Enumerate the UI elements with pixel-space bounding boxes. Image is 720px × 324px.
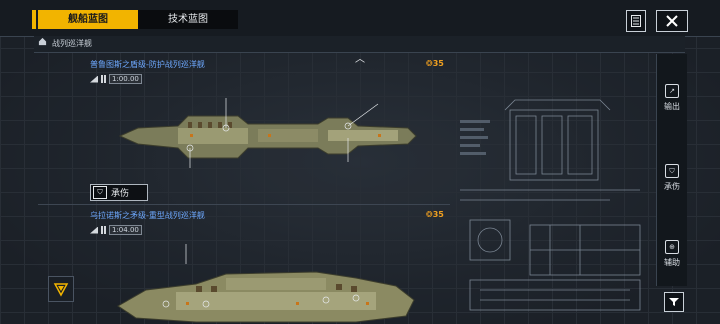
scale-bars bbox=[101, 226, 106, 234]
score-icon: ❂ bbox=[426, 210, 433, 219]
filter-icon[interactable] bbox=[664, 292, 684, 312]
scale-value: 1:04.00 bbox=[109, 225, 142, 235]
tab-tech-blueprint[interactable]: 技术蓝图 bbox=[138, 10, 238, 29]
tank-icon: ⛉ bbox=[665, 164, 679, 178]
tab-ship-blueprint[interactable]: 舰船蓝图 bbox=[38, 10, 138, 29]
scale-bars bbox=[101, 75, 106, 83]
document-icon bbox=[631, 15, 641, 27]
sidebar-item-output[interactable]: ↗ 输出 bbox=[657, 84, 687, 112]
sidebar-item-support[interactable]: ⊕ 辅助 bbox=[657, 240, 687, 268]
ship-card[interactable]: 普鲁图斯之盾级-防护战列巡洋舰 1:00.00 ❂35 ⛉ 承伤 bbox=[38, 56, 450, 206]
sidebar-item-label: 辅助 bbox=[664, 258, 680, 267]
ship-score: ❂35 bbox=[426, 210, 444, 219]
sidebar-item-label: 输出 bbox=[664, 102, 680, 111]
ship-list[interactable]: ︿ 普鲁图斯之盾级-防护战列巡洋舰 1:00.00 ❂35 ⛉ 承伤 乌拉诺斯之… bbox=[38, 54, 450, 324]
ship-name: 乌拉诺斯之矛级-重型战列巡洋舰 bbox=[90, 211, 205, 220]
scale-icon bbox=[90, 226, 98, 234]
sidebar-item-tank[interactable]: ⛉ 承伤 bbox=[657, 164, 687, 192]
list-divider bbox=[38, 204, 450, 205]
sidebar-item-label: 承伤 bbox=[664, 182, 680, 191]
ship-name: 普鲁图斯之盾级-防护战列巡洋舰 bbox=[90, 60, 205, 69]
role-label: 承伤 bbox=[111, 189, 130, 199]
close-icon bbox=[666, 15, 678, 27]
role-badge[interactable]: ⛉ 承伤 bbox=[90, 184, 148, 201]
ship-scale: 1:00.00 bbox=[90, 74, 142, 84]
output-icon: ↗ bbox=[665, 84, 679, 98]
role-filter-sidebar: ↗ 输出 ⛉ 承伤 ⊕ 辅助 bbox=[656, 54, 687, 286]
ship-model-image bbox=[117, 244, 415, 323]
close-button[interactable] bbox=[656, 10, 688, 32]
blueprint-schematic bbox=[460, 99, 641, 311]
document-button[interactable] bbox=[626, 10, 646, 32]
tab-accent-mark bbox=[32, 10, 36, 29]
support-icon: ⊕ bbox=[665, 240, 679, 254]
scale-value: 1:00.00 bbox=[109, 74, 142, 84]
top-bar: 舰船蓝图 技术蓝图 bbox=[0, 0, 720, 37]
ship-scale: 1:04.00 bbox=[90, 225, 142, 235]
score-icon: ❂ bbox=[426, 59, 433, 68]
tab-bar: 舰船蓝图 技术蓝图 bbox=[38, 10, 238, 29]
home-icon[interactable] bbox=[38, 36, 47, 52]
ship-score: ❂35 bbox=[426, 59, 444, 68]
ship-card[interactable]: 乌拉诺斯之矛级-重型战列巡洋舰 1:04.00 ❂35 bbox=[38, 208, 450, 324]
breadcrumb-label: 战列巡洋舰 bbox=[52, 39, 92, 48]
shield-icon: ⛉ bbox=[93, 186, 107, 199]
scale-icon bbox=[90, 75, 98, 83]
ship-model-image bbox=[118, 98, 417, 168]
